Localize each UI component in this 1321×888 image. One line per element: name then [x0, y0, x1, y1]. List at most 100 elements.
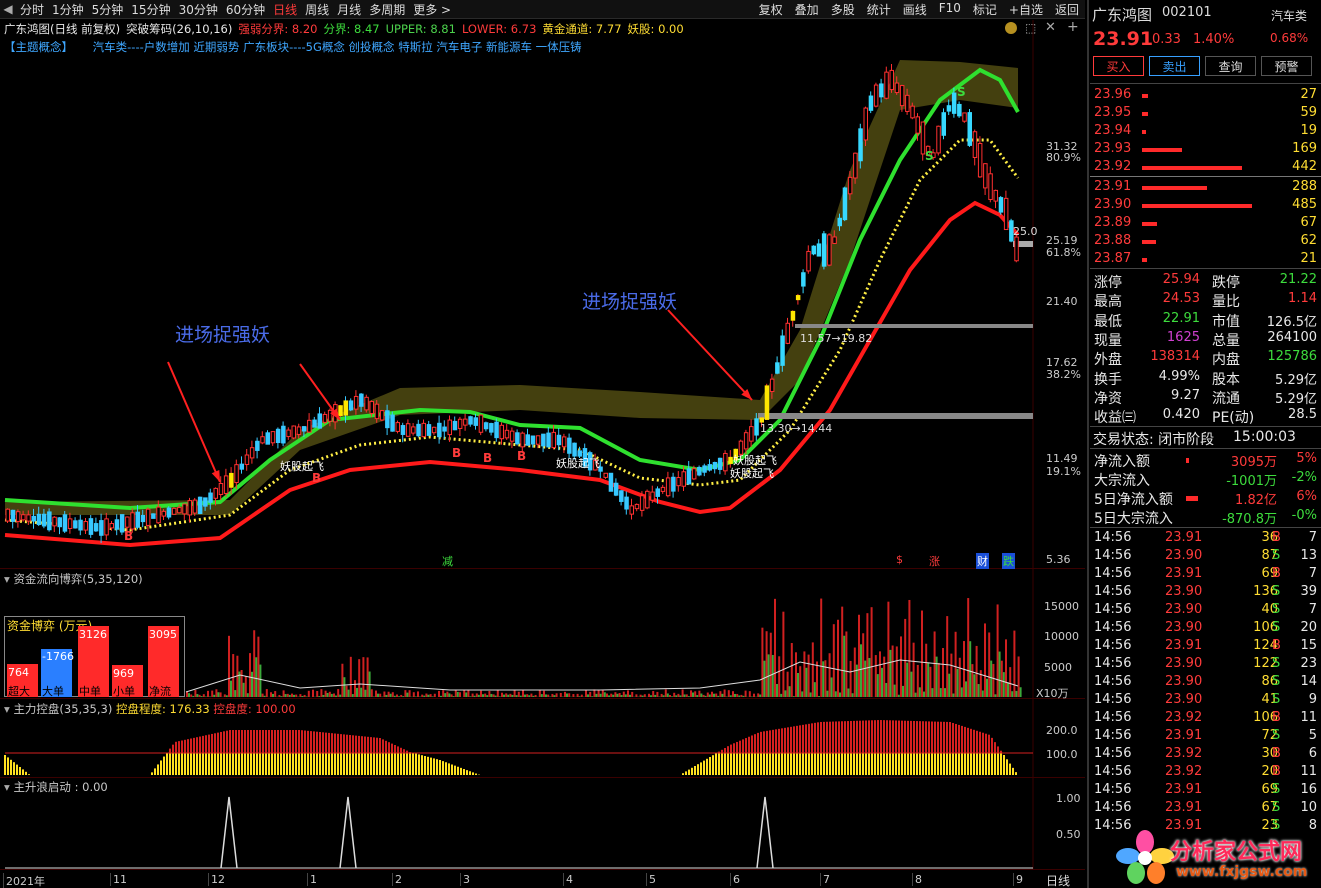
- candle: [36, 513, 42, 526]
- volume-bar: [291, 693, 293, 697]
- volume-bar: [929, 666, 932, 697]
- bid-volume-bar: [1142, 222, 1157, 226]
- volume-bar: [776, 683, 778, 697]
- candle: [41, 513, 47, 527]
- volume-bar: [839, 692, 841, 697]
- flow-pct: 6%: [1296, 489, 1317, 504]
- launch-spike: [339, 796, 357, 869]
- money-axis-label: 10000: [1044, 630, 1079, 643]
- stock-code: 002101: [1162, 5, 1212, 20]
- alert-button[interactable]: 预警: [1261, 56, 1312, 76]
- candle: [255, 440, 260, 451]
- candle: [442, 426, 447, 432]
- volume-bar: [383, 691, 386, 697]
- sector-name[interactable]: 汽车类: [1271, 7, 1307, 24]
- ask-volume: 442: [1292, 159, 1317, 174]
- volume-bar: [620, 695, 623, 697]
- volume-bar: [564, 691, 566, 697]
- side-divider: [1087, 0, 1089, 888]
- time-axis-label: 6: [730, 873, 740, 886]
- money-axis-label: 15000: [1044, 600, 1079, 613]
- stat-label: 净资: [1094, 390, 1122, 407]
- control-axis-label: 200.0: [1046, 724, 1078, 737]
- volume-bar: [809, 692, 812, 697]
- volume-bar: [893, 684, 896, 697]
- query-button[interactable]: 查询: [1205, 56, 1256, 76]
- volume-bar: [339, 694, 342, 697]
- launch-panel-title[interactable]: ▾ 主升浪启动 : 0.00: [4, 779, 108, 795]
- volume-bar: [631, 691, 634, 697]
- volume-bar: [944, 688, 946, 697]
- volume-bar: [843, 635, 846, 697]
- bid-volume-bar: [1142, 258, 1147, 262]
- volume-bar: [551, 693, 554, 697]
- volume-bar: [593, 689, 596, 697]
- candle: [478, 414, 484, 433]
- volume-bar: [830, 677, 833, 697]
- volume-bar: [918, 687, 921, 697]
- candle: [260, 436, 265, 444]
- volume-bar: [622, 691, 625, 697]
- volume-bar: [820, 598, 823, 697]
- volume-bar: [889, 649, 892, 697]
- candle: [135, 511, 140, 528]
- volume-bar: [393, 695, 396, 697]
- candle: [426, 424, 432, 436]
- volume-bar: [326, 692, 329, 697]
- volume-bar: [408, 690, 411, 697]
- volume-bar: [790, 643, 793, 697]
- control-panel-title[interactable]: ▾ 主力控盘(35,35,3) 控盘程度: 176.33 控盘度: 100.00: [4, 701, 296, 717]
- buy-button[interactable]: 买入: [1093, 56, 1144, 76]
- volume-bar: [303, 694, 306, 697]
- volume-bar: [288, 694, 291, 697]
- marker-finance: 财: [976, 553, 989, 569]
- kline-chart[interactable]: BBB B BSS: [0, 0, 1085, 888]
- tick-side: B: [1272, 764, 1281, 779]
- stat-label: 涨停: [1094, 275, 1122, 291]
- tick-side: S: [1272, 584, 1281, 599]
- volume-bar: [501, 692, 503, 697]
- time-axis-label: 12: [208, 873, 225, 886]
- volume-bar: [981, 690, 984, 697]
- volume-bar: [274, 691, 277, 697]
- trade-signal: S: [957, 85, 966, 99]
- sell-button[interactable]: 卖出: [1149, 56, 1200, 76]
- candle: [114, 519, 120, 530]
- sector-change: 0.68%: [1270, 31, 1309, 45]
- stat-label: 总量: [1212, 332, 1240, 349]
- candle: [52, 516, 57, 527]
- volume-bar: [188, 693, 190, 697]
- volume-bar: [664, 689, 667, 697]
- flow-label: 大宗流入: [1094, 473, 1150, 489]
- bid-volume-bar: [1142, 186, 1207, 190]
- tick-count: 13: [1300, 548, 1317, 563]
- volume-bar: [517, 691, 520, 697]
- candle: [853, 152, 858, 179]
- candle: [5, 508, 10, 522]
- volume-bar: [272, 693, 274, 697]
- volume-bar: [654, 694, 657, 697]
- candle: [270, 431, 276, 444]
- candle: [608, 472, 614, 492]
- volume-bar: [576, 693, 579, 697]
- tick-side: S: [1272, 728, 1281, 743]
- volume-bar: [994, 694, 997, 697]
- flow-label: 净流入额: [1094, 454, 1150, 470]
- money-game-box: 资金博弈 (万元) 764 超大 -1766 大单 3126 中单 969 小单 3095 净流: [4, 616, 185, 698]
- candle: [109, 523, 114, 529]
- volume-bar: [883, 656, 886, 697]
- volume-bar: [855, 664, 858, 697]
- bid-volume: 288: [1292, 179, 1317, 194]
- candle: [62, 514, 68, 532]
- volume-bar: [1019, 687, 1022, 697]
- candle: [197, 496, 203, 515]
- volume-bar: [916, 664, 919, 697]
- candle: [473, 417, 478, 426]
- money-panel-title[interactable]: ▾ 资金流向博弈(5,35,120): [4, 571, 143, 587]
- candle: [702, 465, 707, 473]
- ask-price: 23.96: [1094, 87, 1132, 102]
- candle: [291, 425, 296, 439]
- candle: [525, 434, 530, 446]
- candle: [31, 515, 36, 522]
- volume-bar: [788, 686, 791, 697]
